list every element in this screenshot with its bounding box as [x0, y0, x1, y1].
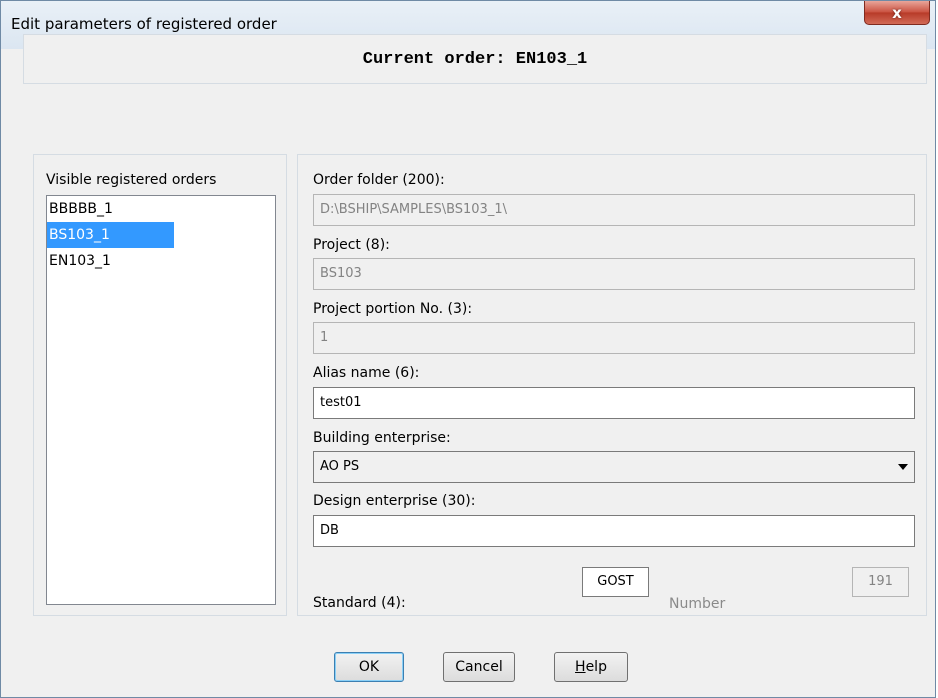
orders-list-label: Visible registered orders: [46, 172, 217, 188]
close-icon: x: [892, 3, 902, 22]
building-enterprise-select[interactable]: AO PS: [313, 451, 915, 483]
help-button-label: elp: [585, 659, 607, 675]
window-title: Edit parameters of registered order: [11, 15, 277, 33]
number-field: 191: [852, 567, 909, 597]
building-enterprise-value: AO PS: [320, 459, 360, 474]
list-item[interactable]: BBBBB_1: [47, 196, 174, 222]
project-label: Project (8):: [313, 237, 390, 253]
standard-label: Standard (4):: [313, 595, 406, 611]
alias-name-input[interactable]: test01: [313, 387, 915, 419]
design-enterprise-input[interactable]: DB: [313, 515, 915, 547]
orders-listbox[interactable]: BBBBB_1 BS103_1 EN103_1: [46, 195, 276, 605]
project-field: BS103: [313, 258, 915, 290]
help-button[interactable]: Help: [554, 652, 628, 682]
chevron-down-icon[interactable]: [898, 464, 908, 470]
design-enterprise-label: Design enterprise (30):: [313, 493, 476, 509]
alias-name-label: Alias name (6):: [313, 365, 420, 381]
order-folder-field: D:\BSHIP\SAMPLES\BS103_1\: [313, 194, 915, 226]
standard-input[interactable]: GOST: [582, 567, 649, 597]
cancel-button[interactable]: Cancel: [443, 652, 515, 682]
current-order-banner: Current order: EN103_1: [23, 34, 927, 84]
help-button-mnemonic: H: [575, 659, 586, 675]
close-button[interactable]: x: [864, 1, 930, 25]
order-folder-label: Order folder (200):: [313, 172, 445, 188]
ok-button[interactable]: OK: [334, 652, 404, 682]
list-item[interactable]: EN103_1: [47, 248, 174, 274]
building-enterprise-label: Building enterprise:: [313, 430, 451, 446]
project-portion-field: 1: [313, 322, 915, 354]
number-label: Number: [669, 596, 726, 612]
project-portion-label: Project portion No. (3):: [313, 301, 473, 317]
list-item-selected[interactable]: BS103_1: [47, 222, 174, 248]
